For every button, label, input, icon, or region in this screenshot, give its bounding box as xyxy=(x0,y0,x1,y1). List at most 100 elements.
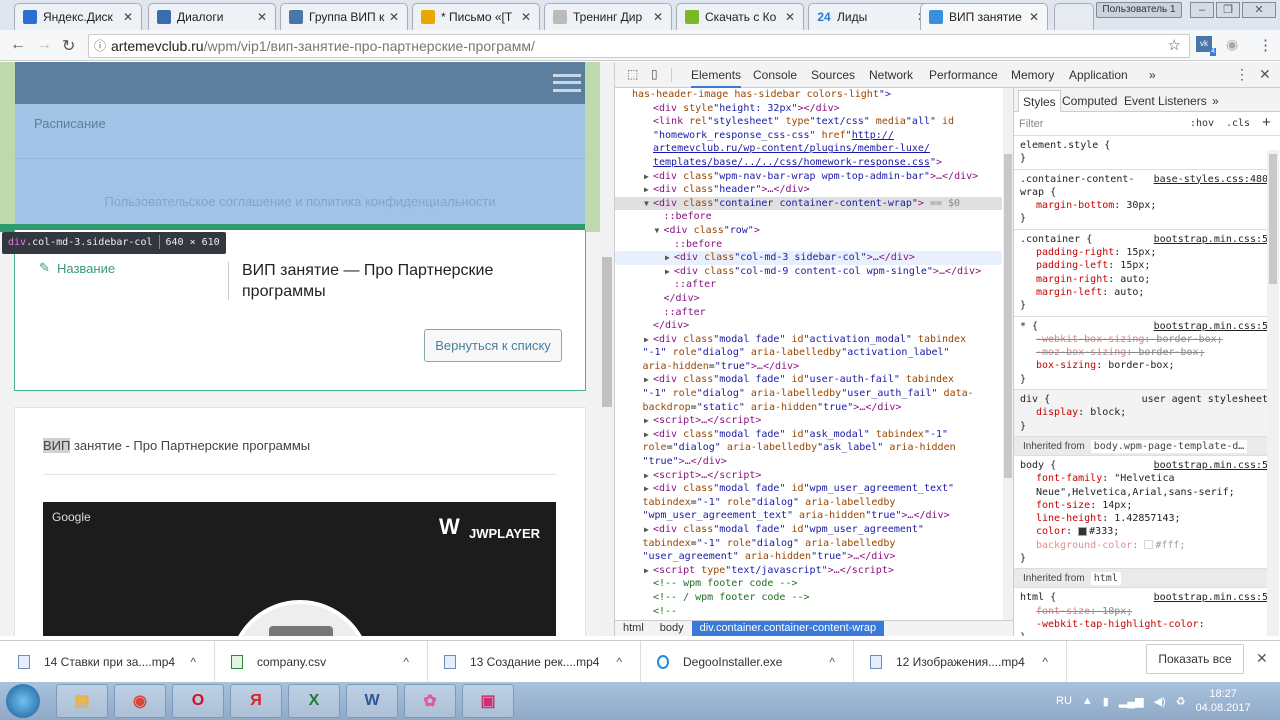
expand-arrow-icon[interactable]: ▶ xyxy=(665,265,670,279)
volume-icon[interactable]: ◀) xyxy=(1154,695,1166,708)
collapse-arrow-icon[interactable]: ▼ xyxy=(644,197,649,211)
clock[interactable]: 18:27 04.08.2017 xyxy=(1196,687,1251,715)
tab-computed[interactable]: Computed xyxy=(1062,94,1117,108)
dom-node-line[interactable]: "user_agreement" aria-hidden"true">…</di… xyxy=(615,550,1002,564)
dom-node-line[interactable]: ▶ <div class"wpm-nav-bar-wrap wpm-top-adm… xyxy=(615,170,1002,184)
dom-comment[interactable]: <!-- / wpm footer code --> xyxy=(615,591,1002,605)
css-property[interactable]: box-sizing: border-box; xyxy=(1020,359,1266,372)
user-profile-button[interactable]: Пользователь 1 xyxy=(1096,2,1182,18)
rule-source-link[interactable]: bootstrap.min.css:5 xyxy=(1154,591,1268,604)
breadcrumb-body[interactable]: body xyxy=(652,621,692,636)
dom-node-line[interactable]: templates/base/../../css/homework-respon… xyxy=(615,156,1002,170)
dom-node-line[interactable]: ::after xyxy=(615,306,1002,320)
back-to-list-button[interactable]: Вернуться к списку xyxy=(424,329,562,362)
tab-close-icon[interactable]: ✕ xyxy=(653,10,663,24)
dom-node-line[interactable]: ▶ <div class"modal fade" id"wpm_user_agre… xyxy=(615,523,1002,537)
dom-node-line[interactable]: ▼ <div class"row"> xyxy=(615,224,1002,238)
tab-close-icon[interactable]: ✕ xyxy=(1029,10,1039,24)
dom-node-line[interactable]: </div> xyxy=(615,319,1002,333)
devtools-menu-icon[interactable]: ⋮ xyxy=(1235,66,1249,83)
video-player[interactable]: Google W JWPLAYER xyxy=(43,502,556,636)
power-icon[interactable]: ▮ xyxy=(1103,695,1109,708)
tab-event-listeners[interactable]: Event Listeners xyxy=(1124,94,1207,108)
menu-item-schedule[interactable]: Расписание xyxy=(34,116,106,131)
vk-extension-icon[interactable]: vk 4 xyxy=(1196,36,1216,56)
expand-arrow-icon[interactable]: ▶ xyxy=(644,482,649,496)
inherited-from-html[interactable]: html xyxy=(1090,572,1121,586)
dom-node-line[interactable]: aria-hidden="true">…</div> xyxy=(615,360,1002,374)
dom-node-line[interactable]: <div style"height: 32px"></div> xyxy=(615,102,1002,116)
tab-close-icon[interactable]: ✕ xyxy=(521,10,531,24)
dom-node-line[interactable]: ::before xyxy=(615,210,1002,224)
tab-application[interactable]: Application xyxy=(1069,68,1128,82)
device-toolbar-icon[interactable]: ▯ xyxy=(651,67,658,81)
maximize-button[interactable]: ❐ xyxy=(1216,2,1240,18)
expand-arrow-icon[interactable]: ▶ xyxy=(644,523,649,537)
css-property[interactable]: -moz-box-sizing: border-box; xyxy=(1020,346,1266,359)
tab-vk[interactable]: Группа ВИП к ✕ xyxy=(280,3,408,30)
tab-close-icon[interactable]: ✕ xyxy=(123,10,133,24)
extension-icon[interactable]: ◉ xyxy=(1226,36,1238,53)
tray-expand-icon[interactable]: ▲ xyxy=(1082,695,1093,707)
color-swatch[interactable] xyxy=(1144,540,1154,550)
css-property[interactable]: font-size: 10px; xyxy=(1020,605,1266,618)
page-scrollbar[interactable] xyxy=(600,62,614,636)
expand-arrow-icon[interactable]: ▶ xyxy=(644,428,649,442)
taskbar-chrome-icon[interactable]: ◉ xyxy=(114,684,166,718)
tab-performance[interactable]: Performance xyxy=(929,68,998,82)
language-indicator[interactable]: RU xyxy=(1056,695,1072,707)
tab-download-arrow[interactable]: Скачать с Ко ✕ xyxy=(676,3,804,30)
back-icon[interactable]: ← xyxy=(10,36,26,54)
rule-source-link[interactable]: bootstrap.min.css:5 xyxy=(1154,233,1268,246)
css-rule[interactable]: * {bootstrap.min.css:5 -webkit-box-sizing… xyxy=(1014,317,1272,391)
expand-arrow-icon[interactable]: ▶ xyxy=(644,564,649,578)
tab-more[interactable]: » xyxy=(1149,68,1156,82)
tab-network[interactable]: Network xyxy=(869,68,913,82)
elements-tree[interactable]: has-header-image has-sidebar colors-ligh… xyxy=(615,88,1002,620)
css-property[interactable]: margin-bottom: 30px; xyxy=(1020,199,1266,212)
tab-memory[interactable]: Memory xyxy=(1011,68,1054,82)
download-options-chevron-icon[interactable]: ^ xyxy=(1042,655,1048,669)
rule-source-link[interactable]: bootstrap.min.css:5 xyxy=(1154,320,1268,333)
dom-node-line[interactable]: "-1" role"dialog" aria-labelledby"activa… xyxy=(615,346,1002,360)
dom-node-line[interactable]: ▶ <div class"modal fade" id"user-auth-fai… xyxy=(615,373,1002,387)
reload-icon[interactable]: ↻ xyxy=(62,36,75,56)
breadcrumb-current[interactable]: div.container.container-content-wrap xyxy=(691,621,885,636)
dom-node-line[interactable]: "wpm_user_agreement_text" aria-hidden"tr… xyxy=(615,509,1002,523)
tab-close-icon[interactable]: ✕ xyxy=(389,10,399,24)
dom-node-line[interactable]: </div> xyxy=(615,292,1002,306)
download-options-chevron-icon[interactable]: ^ xyxy=(190,655,196,669)
inherited-from-body[interactable]: body.wpm-page-template-d… xyxy=(1090,439,1248,453)
css-property[interactable]: margin-left: auto; xyxy=(1020,286,1266,299)
css-property[interactable]: color: #333; xyxy=(1020,525,1266,538)
cls-toggle[interactable]: .cls xyxy=(1226,118,1250,129)
download-options-chevron-icon[interactable]: ^ xyxy=(616,655,622,669)
tab-dialogs[interactable]: Диалоги ✕ xyxy=(148,3,276,30)
css-rule[interactable]: .container-content-wrap {base-styles.css… xyxy=(1014,170,1272,230)
download-item[interactable]: company.csv ^ xyxy=(213,641,428,683)
close-downloads-icon[interactable]: ✕ xyxy=(1256,650,1268,667)
dom-node-line[interactable]: ▶ <div class"col-md-3 sidebar-col">…</div… xyxy=(615,251,1002,265)
address-bar[interactable]: ⓘ artemevclub.ru/wpm/vip1/вип-занятие-пр… xyxy=(88,34,1190,58)
menu-kebab-icon[interactable]: ⋮ xyxy=(1258,36,1273,54)
inspect-element-icon[interactable]: ⬚ xyxy=(627,67,638,81)
dom-node-line[interactable]: ▶ <script>…</script> xyxy=(615,414,1002,428)
css-property[interactable]: padding-right: 15px; xyxy=(1020,246,1266,259)
dom-node-line[interactable]: <link rel"stylesheet" type"text/css" med… xyxy=(615,115,1002,129)
dom-node-line[interactable]: has-header-image has-sidebar colors-ligh… xyxy=(615,88,1002,102)
minimize-button[interactable]: – xyxy=(1190,2,1214,18)
hamburger-menu-icon[interactable] xyxy=(553,74,581,92)
taskbar-opera-icon[interactable]: O xyxy=(172,684,224,718)
rule-source-link[interactable]: base-styles.css:480 xyxy=(1154,173,1268,186)
css-rule[interactable]: html {bootstrap.min.css:5 font-size: 10px… xyxy=(1014,588,1272,636)
dom-node-line[interactable]: artemevclub.ru/wp-content/plugins/member… xyxy=(615,142,1002,156)
dom-comment[interactable]: <!-- xyxy=(615,605,1002,619)
dom-node-line[interactable]: ▶ <div class"col-md-9 content-col wpm-sin… xyxy=(615,265,1002,279)
css-property[interactable]: Neue",Helvetica,Arial,sans-serif; xyxy=(1020,486,1266,499)
rule-source-link[interactable]: bootstrap.min.css:5 xyxy=(1154,459,1268,472)
styles-filter-input[interactable]: Filter xyxy=(1019,118,1043,130)
collapse-arrow-icon[interactable]: ▼ xyxy=(655,224,660,238)
css-property[interactable]: font-size: 14px; xyxy=(1020,499,1266,512)
color-swatch[interactable] xyxy=(1078,526,1088,536)
download-options-chevron-icon[interactable]: ^ xyxy=(403,655,409,669)
